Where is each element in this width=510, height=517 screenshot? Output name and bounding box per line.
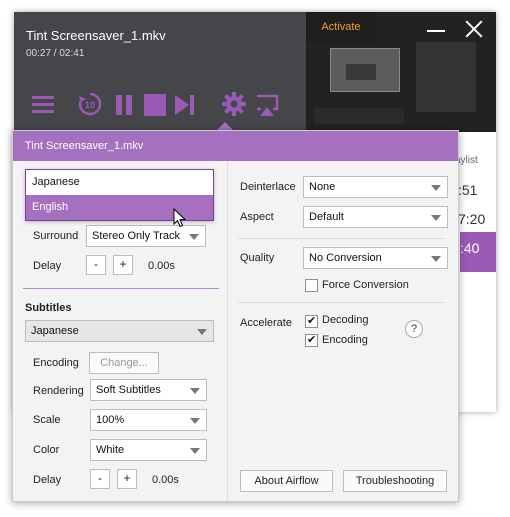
accelerate-label: Accelerate <box>240 317 292 329</box>
settings-dialog: Tint Screensaver_1.mkv Japanese English … <box>12 130 459 502</box>
activate-button[interactable]: Activate <box>306 12 376 42</box>
rendering-label: Rendering <box>33 385 84 397</box>
subtitle-delay-minus-button[interactable]: - <box>90 469 110 489</box>
decoding-checkbox[interactable] <box>305 314 318 328</box>
color-select[interactable]: White <box>90 439 207 461</box>
dropdown-arrow-icon <box>190 448 200 454</box>
audio-delay-minus-button[interactable]: - <box>86 255 106 275</box>
subtitle-delay-plus-button[interactable]: + <box>117 469 137 489</box>
decoding-label[interactable]: Decoding <box>322 314 368 326</box>
dialog-title: Tint Screensaver_1.mkv <box>25 140 144 152</box>
aspect-label: Aspect <box>240 211 274 223</box>
dropdown-arrow-icon <box>197 329 207 335</box>
dropdown-arrow-icon <box>189 234 199 240</box>
dialog-header: Tint Screensaver_1.mkv <box>13 131 458 161</box>
deinterlace-select[interactable]: None <box>303 176 448 198</box>
change-encoding-button[interactable]: Change... <box>89 352 159 374</box>
encoding-label: Encoding <box>33 357 79 369</box>
audio-delay-value: 0.00s <box>148 260 175 272</box>
playlist-item-duration[interactable]: 7:20 <box>458 211 485 227</box>
dropdown-arrow-icon <box>431 185 441 191</box>
stage: Tint Screensaver_1.mkv 00:27 / 02:41 Act… <box>0 0 510 517</box>
rendering-value: Soft Subtitles <box>96 384 161 396</box>
scale-select[interactable]: 100% <box>90 409 207 431</box>
deinterlace-label: Deinterlace <box>240 181 296 193</box>
scale-value: 100% <box>96 414 125 426</box>
surround-select[interactable]: Stereo Only Track <box>86 225 206 247</box>
file-title: Tint Screensaver_1.mkv <box>26 28 166 43</box>
dropdown-arrow-icon <box>190 388 200 394</box>
dropdown-arrow-icon <box>431 256 441 262</box>
playlist-icon-bar <box>32 103 54 106</box>
aspect-value: Default <box>309 211 344 223</box>
force-conversion-label[interactable]: Force Conversion <box>322 279 409 291</box>
section-divider <box>23 288 219 289</box>
minimize-icon[interactable] <box>421 19 451 41</box>
dropdown-arrow-icon <box>190 418 200 424</box>
encoding-checkbox[interactable] <box>305 333 318 347</box>
scale-label: Scale <box>33 414 61 426</box>
subtitle-delay-value: 0.00s <box>152 474 179 486</box>
stop-icon[interactable] <box>142 92 168 118</box>
playlist-icon-bar <box>32 110 54 113</box>
playlist-item-duration[interactable]: :40 <box>460 240 479 256</box>
section-divider <box>238 302 446 303</box>
color-label: Color <box>33 444 60 456</box>
encoding-hw-label[interactable]: Encoding <box>322 334 368 346</box>
troubleshooting-button[interactable]: Troubleshooting <box>343 470 447 492</box>
airplay-icon[interactable] <box>254 92 280 118</box>
color-value: White <box>96 444 125 456</box>
player-header: Tint Screensaver_1.mkv 00:27 / 02:41 Act… <box>14 12 496 132</box>
quality-value: No Conversion <box>309 252 382 264</box>
preview-block <box>416 42 476 112</box>
subtitle-track-select[interactable]: Japanese <box>25 320 214 342</box>
gear-icon[interactable] <box>220 90 248 118</box>
about-airflow-button[interactable]: About Airflow <box>240 470 333 492</box>
rendering-select[interactable]: Soft Subtitles <box>90 379 207 401</box>
subtitles-header: Subtitles <box>25 302 72 314</box>
subtitle-track-value: Japanese <box>31 325 79 337</box>
column-divider <box>227 161 228 501</box>
quality-select[interactable]: No Conversion <box>303 247 448 269</box>
dropdown-option-japanese[interactable]: Japanese <box>26 170 213 195</box>
close-icon[interactable] <box>461 16 487 42</box>
playlist-icon[interactable] <box>30 92 56 118</box>
pause-icon[interactable] <box>112 92 138 118</box>
deinterlace-value: None <box>309 181 336 193</box>
playback-time: 00:27 / 02:41 <box>26 48 85 59</box>
audio-delay-plus-button[interactable]: + <box>113 255 133 275</box>
subtitle-delay-label: Delay <box>33 474 62 486</box>
mouse-cursor-icon <box>173 208 187 228</box>
skip-next-icon[interactable] <box>172 92 198 118</box>
aspect-select[interactable]: Default <box>303 206 448 228</box>
dropdown-arrow-icon <box>431 215 441 221</box>
section-divider <box>238 238 446 239</box>
preview-block <box>314 108 404 124</box>
quality-label: Quality <box>240 252 275 264</box>
audio-delay-label: Delay <box>33 260 62 272</box>
playlist-item-duration[interactable]: :51 <box>458 182 477 198</box>
playlist-icon-bar <box>32 96 54 99</box>
surround-label: Surround <box>33 230 79 242</box>
surround-value: Stereo Only Track <box>92 230 181 242</box>
replay-10-icon[interactable]: 10 <box>76 90 104 118</box>
preview-block <box>346 64 376 80</box>
force-conversion-checkbox[interactable] <box>305 279 318 292</box>
help-icon[interactable]: ? <box>405 320 423 338</box>
replay-seconds: 10 <box>85 100 95 110</box>
